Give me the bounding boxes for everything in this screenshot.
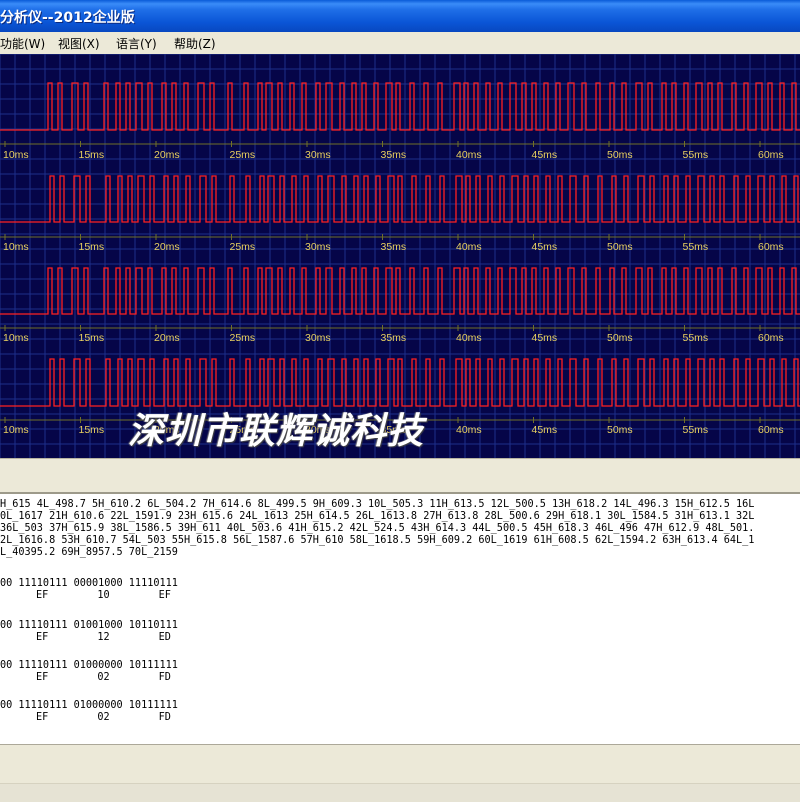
time-label: 15ms: [79, 149, 105, 161]
watermark-text: 深圳市联辉诚科技: [128, 410, 425, 452]
time-label: 60ms: [758, 149, 784, 161]
raw-timing-line: H_615 4L_498.7 5H_610.2 6L_504.2 7H_614.…: [0, 499, 755, 510]
time-label: 30ms: [305, 241, 331, 253]
time-label: 45ms: [532, 424, 558, 436]
time-label: 55ms: [683, 241, 709, 253]
decoded-bits-line: 00 11110111 00001000 11110111: [0, 578, 178, 589]
menu-help[interactable]: 帮助(Z): [174, 35, 216, 52]
title-bar[interactable]: 分析仪--2012企业版: [0, 0, 800, 32]
channel-trace: [0, 82, 800, 131]
time-label: 10ms: [3, 332, 29, 344]
decoded-hex-line: EF 02 FD: [36, 672, 171, 683]
time-label: 30ms: [305, 332, 331, 344]
time-label: 45ms: [532, 149, 558, 161]
time-label: 40ms: [456, 149, 482, 161]
decoded-hex-line: EF 02 FD: [36, 712, 171, 723]
time-label: 40ms: [456, 424, 482, 436]
time-label: 35ms: [381, 149, 407, 161]
decoded-bits-line: 00 11110111 01000000 10111111: [0, 700, 178, 711]
time-label: 35ms: [381, 241, 407, 253]
time-label: 20ms: [154, 241, 180, 253]
time-label: 25ms: [230, 332, 256, 344]
menu-view[interactable]: 视图(X): [58, 35, 100, 52]
menu-bar: 功能(W) 视图(X) 语言(Y) 帮助(Z): [0, 32, 800, 55]
time-label: 55ms: [683, 149, 709, 161]
time-label: 45ms: [532, 241, 558, 253]
time-label: 25ms: [230, 241, 256, 253]
status-area: [0, 744, 800, 802]
time-label: 50ms: [607, 149, 633, 161]
decoded-bits-line: 00 11110111 01000000 10111111: [0, 660, 178, 671]
time-label: 50ms: [607, 332, 633, 344]
decoded-hex-line: EF 10 EF: [36, 590, 171, 601]
time-label: 40ms: [456, 332, 482, 344]
decoded-hex-line: EF 12 ED: [36, 632, 171, 643]
decode-output-pane[interactable]: H_615 4L_498.7 5H_610.2 6L_504.2 7H_614.…: [0, 494, 800, 744]
time-label: 10ms: [3, 149, 29, 161]
time-label: 60ms: [758, 332, 784, 344]
menu-language[interactable]: 语言(Y): [116, 35, 157, 52]
raw-timing-line: 0L_1617 21H_610.6 22L_1591.9 23H_615.6 2…: [0, 511, 755, 522]
time-label: 60ms: [758, 424, 784, 436]
time-label: 35ms: [381, 332, 407, 344]
time-label: 60ms: [758, 241, 784, 253]
raw-timing-line: 36L_503 37H_615.9 38L_1586.5 39H_611 40L…: [0, 523, 755, 534]
time-label: 25ms: [230, 149, 256, 161]
channel-trace: [0, 267, 800, 315]
raw-timing-line: L_40395.2 69H_8957.5 70L_2159: [0, 547, 178, 558]
time-label: 55ms: [683, 424, 709, 436]
raw-timing-line: 2L_1616.8 53H_610.7 54L_503 55H_615.8 56…: [0, 535, 755, 546]
waveform-canvas: 10ms 15ms 20ms 25ms 30ms 35ms 40ms 45ms 50ms 55ms…: [0, 54, 800, 458]
time-label: 10ms: [3, 241, 29, 253]
pane-splitter[interactable]: [0, 458, 800, 494]
time-label: 15ms: [79, 241, 105, 253]
time-label: 55ms: [683, 332, 709, 344]
time-label: 20ms: [154, 332, 180, 344]
decoded-bits-line: 00 11110111 01001000 10110111: [0, 620, 178, 631]
time-label: 50ms: [607, 241, 633, 253]
time-label: 45ms: [532, 332, 558, 344]
time-label: 15ms: [79, 332, 105, 344]
time-label: 50ms: [607, 424, 633, 436]
time-label: 30ms: [305, 149, 331, 161]
waveform-display[interactable]: 10ms 15ms 20ms 25ms 30ms 35ms 40ms 45ms 50ms 55ms…: [0, 54, 800, 458]
time-label: 20ms: [154, 149, 180, 161]
time-label: 40ms: [456, 241, 482, 253]
menu-function[interactable]: 功能(W): [0, 35, 45, 52]
time-label: 10ms: [3, 424, 29, 436]
window-title: 分析仪--2012企业版: [0, 10, 135, 26]
time-label: 15ms: [79, 424, 105, 436]
horizontal-scrollbar[interactable]: [0, 783, 800, 802]
